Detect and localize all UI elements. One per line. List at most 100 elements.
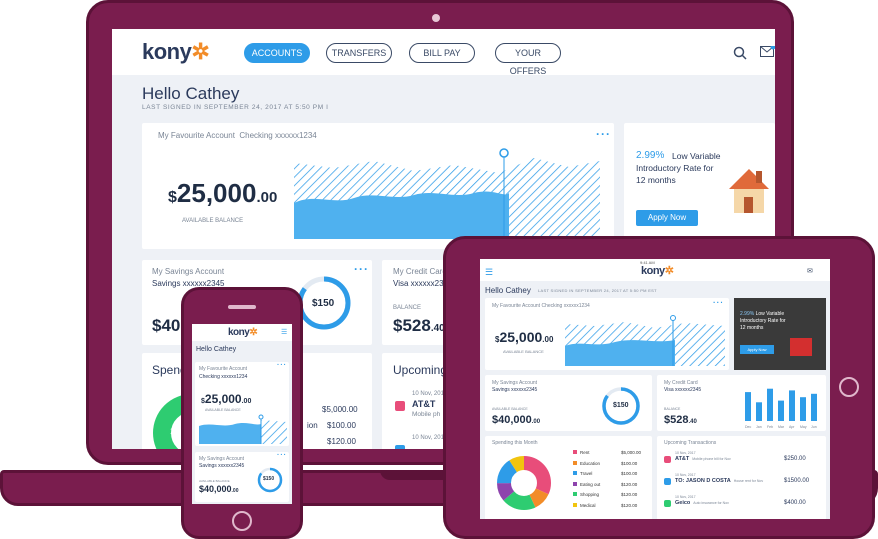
savings-ring-label: $150 (613, 402, 629, 409)
spending-category: Rent (580, 450, 590, 455)
savings-card[interactable]: My Savings Account Savings xxxxxx2345 ··… (195, 452, 289, 502)
mail-icon[interactable] (760, 46, 775, 58)
savings-card[interactable]: My Savings Account Savings xxxxxx2345 AV… (485, 375, 652, 431)
legend-swatch (573, 450, 577, 454)
more-icon[interactable]: ··· (277, 362, 287, 369)
spending-row: Eating out $120.00 (573, 481, 649, 487)
credit-month-label: Feb (767, 425, 773, 429)
spending-row-value: $100.00 (327, 421, 356, 430)
kony-logo[interactable]: kony✲ (142, 39, 210, 65)
more-icon[interactable]: ··· (596, 127, 611, 141)
phone-header: kony✲ ☰ (192, 324, 292, 341)
savings-balance: $40,000.00 (199, 484, 239, 494)
mail-icon[interactable]: ✉ (807, 267, 813, 275)
credit-bar (800, 397, 806, 421)
upcoming-sub: Mobile ph (412, 411, 441, 418)
spending-row: Rent $5,000.00 (573, 450, 649, 455)
search-icon[interactable] (733, 46, 747, 60)
upcoming-title: Upcoming Transactions (664, 440, 717, 446)
nav-your-offers[interactable]: YOUR OFFERS (495, 43, 561, 76)
apply-now-button[interactable]: Apply Now (740, 345, 774, 354)
more-icon[interactable]: ··· (713, 298, 724, 307)
spending-row: Education $100.00 (573, 460, 649, 466)
spending-category: Medical (580, 502, 596, 508)
spending-card[interactable]: Spending this Month Rent $5,000.00 Educati… (485, 436, 652, 519)
upcoming-date: 10 Nov, 2017 (675, 473, 696, 477)
favourite-balance: $25,000.00 (168, 178, 278, 208)
upcoming-row[interactable]: 10 Nov, 2017 TO: JASON D COSTA House rent … (664, 472, 822, 492)
upcoming-card[interactable]: Upcoming Transactions 10 Nov, 2017 AT&T Mo… (657, 436, 826, 519)
upcoming-sub: House rent for Nov (733, 479, 764, 483)
credit-card[interactable]: My Credit Card Visa xxxxxx2345 BALANCE $… (657, 375, 826, 431)
credit-bar (811, 393, 817, 421)
upcoming-row[interactable]: 10 Nov, 2017 AT&T Mobile phone bill for No… (664, 450, 822, 470)
credit-label: BALANCE (664, 407, 681, 411)
credit-month-label: May (800, 425, 807, 429)
credit-bar (778, 400, 784, 421)
savings-balance: $40,000.00 (492, 414, 541, 426)
spending-category: Travel (580, 471, 593, 476)
promo-text-2: Introductory Rate for (740, 318, 786, 324)
upcoming-name: AT&T (412, 399, 436, 409)
credit-month-label: Dec (745, 425, 751, 429)
savings-title: My Savings Account (152, 267, 225, 276)
spending-row: Travel $100.00 (573, 471, 649, 476)
att-icon (395, 401, 405, 411)
credit-label: BALANCE (393, 305, 422, 311)
spending-category: Eating out (580, 481, 601, 487)
spending-title: Spending this Month (492, 440, 538, 446)
credit-account: Visa xxxxxx2345 (664, 387, 702, 393)
spending-row-value: $5,000.00 (322, 405, 358, 414)
credit-bar-chart: Dec Jan Feb Mar Apr May Jun (745, 388, 817, 429)
more-icon[interactable]: ··· (277, 452, 287, 459)
credit-month-label: Jan (756, 425, 762, 429)
upcoming-name: Geico Auto insurance for Nov (675, 500, 729, 506)
menu-icon[interactable]: ☰ (281, 328, 287, 336)
legend-swatch (573, 481, 577, 486)
savings-label: AVAILABLE BALANCE (492, 407, 528, 411)
transaction-icon (664, 478, 671, 485)
spending-row: Medical $120.00 (573, 502, 649, 508)
upcoming-amount: $400.00 (784, 500, 806, 506)
credit-month-label: Mar (778, 425, 785, 429)
more-icon[interactable]: ··· (354, 262, 369, 276)
upcoming-name: AT&T Mobile phone bill for Nov (675, 456, 731, 462)
legend-swatch (573, 502, 577, 507)
upcoming-date: 10 Nov, 2017 (675, 451, 696, 455)
legend-swatch (573, 460, 577, 465)
laptop-camera (432, 14, 440, 22)
tablet-screen: 9:41 AM ☰ kony✲ ✉ Hello Cathey LAST SIGN… (480, 259, 830, 519)
favourite-account-card[interactable]: My Favourite Account Checking xxxxxx1234… (485, 298, 729, 370)
upcoming-row[interactable]: 10 Nov, 2017 Geico Auto insurance for Nov $… (664, 494, 822, 514)
savings-title: My Savings Account (492, 380, 538, 386)
greeting: Hello Cathey (142, 84, 240, 103)
nav-bill-pay[interactable]: BILL PAY (409, 43, 475, 63)
spending-category: Education (580, 460, 601, 466)
favourite-account-card[interactable]: My Favourite Account Checking xxxxxx1234… (142, 123, 614, 249)
upcoming-date: 10 Nov, 2017 (412, 391, 448, 397)
promo-card[interactable]: 2.99% Low Variable Introductory Rate for… (734, 298, 826, 370)
apply-now-button[interactable]: Apply Now (636, 210, 698, 226)
menu-icon[interactable]: ☰ (485, 267, 493, 278)
spending-category: Shopping (580, 492, 600, 497)
tablet-home-button (839, 377, 859, 397)
kony-logo[interactable]: kony✲ (228, 327, 258, 338)
phone-home-button (232, 511, 252, 531)
kony-logo[interactable]: kony✲ (641, 264, 674, 277)
last-signed: LAST SIGNED IN SEPTEMBER 24, 2017 AT 5:5… (142, 104, 329, 111)
credit-title: My Credit Card (393, 267, 447, 276)
spending-value: $120.00 (621, 492, 638, 497)
nav-accounts[interactable]: ACCOUNTS (244, 43, 310, 63)
upcoming-amount: $250.00 (784, 456, 806, 462)
favourite-account-card[interactable]: My Favourite Account Checking xxxxxx1234… (195, 362, 289, 446)
nav-transfers[interactable]: TRANSFERS (326, 43, 392, 63)
tablet-header: 9:41 AM ☰ kony✲ ✉ (480, 259, 830, 281)
spending-row-value: $120.00 (327, 437, 356, 446)
credit-month-label: Jun (811, 425, 817, 429)
credit-bar (745, 392, 751, 421)
promo-card[interactable]: 2.99% Low Variable Introductory Rate for… (624, 123, 775, 249)
upcoming-list: 10 Nov, 2017 AT&T Mobile phone bill for No… (664, 450, 822, 518)
favourite-account: Checking xxxxxx1234 (199, 374, 248, 380)
legend-swatch (573, 471, 577, 475)
credit-bar (767, 388, 773, 421)
